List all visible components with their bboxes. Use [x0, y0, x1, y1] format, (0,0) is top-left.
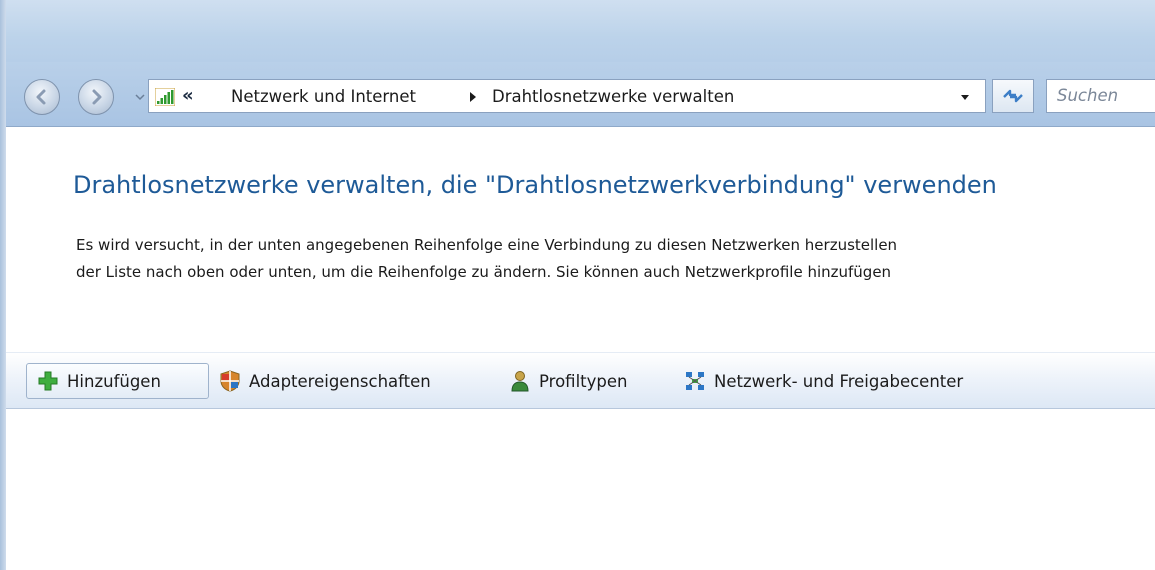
page-title: Drahtlosnetzwerke verwalten, die "Drahtl…: [73, 171, 997, 199]
adapter-properties-label: Adaptereigenschaften: [249, 371, 431, 391]
user-icon: [511, 371, 529, 392]
network-sharing-center-label: Netzwerk- und Freigabecenter: [714, 371, 964, 391]
back-button[interactable]: [24, 79, 60, 115]
description-line-1: Es wird versucht, in der unten angegeben…: [76, 236, 898, 254]
title-bar: [6, 0, 1155, 62]
forward-button[interactable]: [78, 79, 114, 115]
add-icon: [38, 371, 58, 391]
wireless-signal-icon: [155, 88, 175, 106]
shield-icon: [220, 370, 240, 392]
add-button[interactable]: Hinzufügen: [26, 363, 209, 399]
chevron-down-icon: [135, 94, 145, 101]
breadcrumb-netzwerk-und-internet[interactable]: Netzwerk und Internet: [231, 87, 416, 106]
network-sharing-center-button[interactable]: Netzwerk- und Freigabecenter: [684, 363, 963, 399]
address-bar[interactable]: « Netzwerk und Internet Drahtlosnetzwerk…: [148, 79, 986, 113]
arrow-right-icon: [92, 89, 102, 105]
profile-types-button[interactable]: Profiltypen: [509, 363, 627, 399]
network-icon: [686, 372, 704, 390]
breadcrumb-separator-icon[interactable]: [469, 91, 477, 103]
address-dropdown-button[interactable]: [952, 84, 978, 110]
caret-down-icon: [961, 95, 969, 100]
history-dropdown[interactable]: [134, 91, 146, 103]
arrow-left-icon: [36, 89, 46, 105]
adapter-properties-button[interactable]: Adaptereigenschaften: [219, 363, 431, 399]
profile-types-label: Profiltypen: [539, 371, 628, 391]
refresh-icon: [1003, 89, 1023, 103]
breadcrumb-overflow[interactable]: «: [182, 85, 194, 106]
add-button-label: Hinzufügen: [67, 371, 161, 391]
refresh-button[interactable]: [992, 79, 1034, 113]
breadcrumb-drahtlosnetzwerke-verwalten[interactable]: Drahtlosnetzwerke verwalten: [492, 87, 734, 106]
description-line-2: der Liste nach oben oder unten, um die R…: [76, 263, 892, 281]
search-input[interactable]: Suchen: [1046, 79, 1155, 113]
